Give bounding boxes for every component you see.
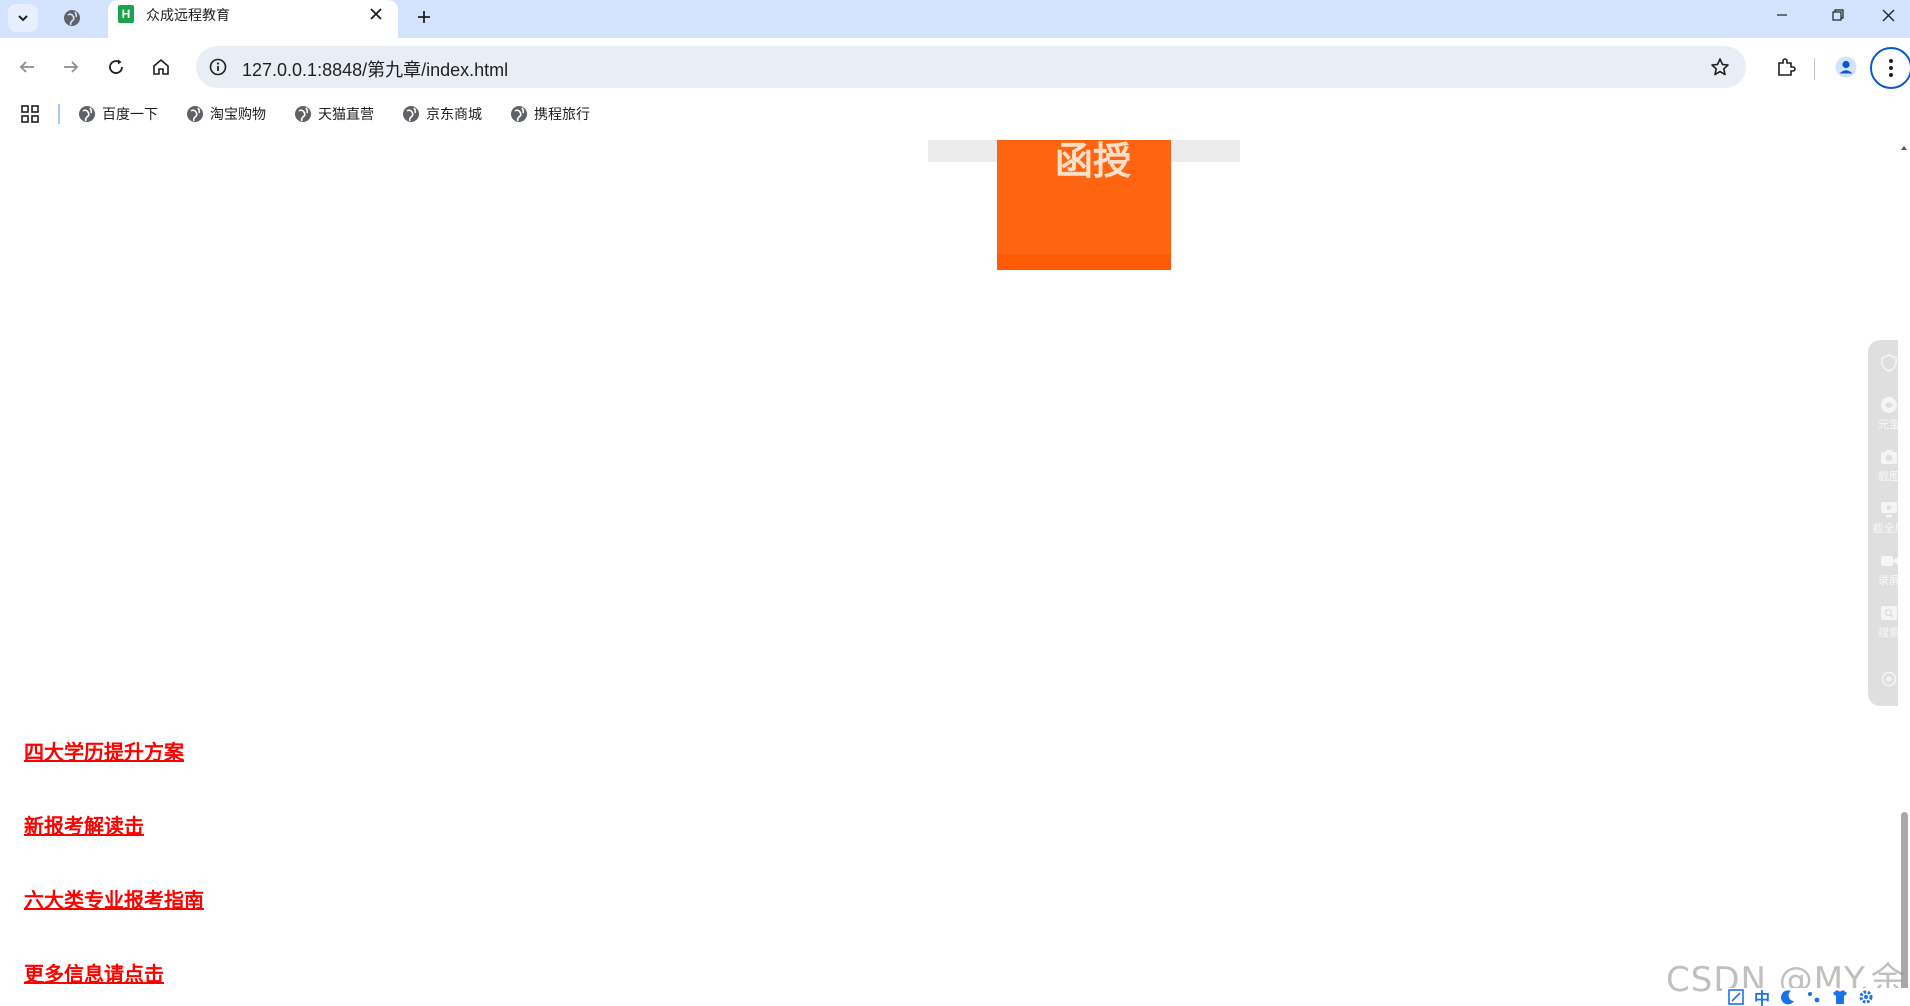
bookmark-item[interactable]: 携程旅行 bbox=[510, 100, 590, 128]
plus-icon bbox=[418, 11, 430, 23]
globe-icon bbox=[187, 106, 203, 122]
profile-button[interactable] bbox=[1830, 51, 1862, 83]
minimize-button[interactable] bbox=[1754, 0, 1810, 30]
close-icon bbox=[1882, 9, 1894, 21]
hbuilder-favicon-icon: H bbox=[118, 5, 134, 23]
search-icon bbox=[1881, 606, 1897, 620]
home-button[interactable] bbox=[145, 51, 177, 83]
ime-edit-icon[interactable] bbox=[1728, 989, 1744, 1005]
avatar-icon bbox=[1835, 56, 1857, 78]
bookmark-item[interactable]: 百度一下 bbox=[78, 100, 158, 128]
bookmarks-divider bbox=[58, 104, 60, 124]
more-vertical-icon bbox=[1889, 59, 1893, 77]
page-scrollbar[interactable] bbox=[1898, 140, 1910, 1006]
shirt-icon[interactable] bbox=[1832, 989, 1848, 1005]
puzzle-icon bbox=[1778, 58, 1796, 76]
banner-stripe bbox=[997, 254, 1171, 270]
browser-menu-button[interactable] bbox=[1870, 47, 1910, 89]
bookmark-label: 天猫直营 bbox=[318, 107, 374, 123]
tab-title: 众成远程教育 bbox=[146, 8, 230, 24]
url-text[interactable]: 127.0.0.1:8848/第九章/index.html bbox=[242, 56, 508, 82]
address-bar[interactable]: 127.0.0.1:8848/第九章/index.html bbox=[196, 46, 1746, 88]
moon-icon[interactable] bbox=[1780, 989, 1796, 1005]
info-icon bbox=[209, 58, 227, 76]
toolbar-divider bbox=[1814, 58, 1815, 80]
extensions-button[interactable] bbox=[1770, 51, 1802, 83]
shield-heart-icon bbox=[1881, 354, 1897, 372]
window-close-button[interactable] bbox=[1866, 0, 1910, 30]
bookmark-label: 京东商城 bbox=[426, 107, 482, 123]
apps-grid-icon bbox=[21, 105, 39, 123]
star-icon bbox=[1711, 58, 1729, 76]
banner-text: 函授 bbox=[1055, 140, 1132, 183]
link-more-info[interactable]: 更多信息请点击 bbox=[24, 958, 204, 987]
yuanbao-icon bbox=[1881, 397, 1897, 413]
site-info-button[interactable] bbox=[206, 55, 230, 79]
bookmark-label: 携程旅行 bbox=[534, 107, 590, 123]
tab-search-button[interactable] bbox=[8, 4, 38, 32]
banner-image[interactable]: 函授 bbox=[997, 140, 1171, 270]
restore-icon bbox=[1832, 9, 1844, 21]
apps-button[interactable] bbox=[20, 104, 40, 124]
browser-toolbar: 127.0.0.1:8848/第九章/index.html bbox=[0, 38, 1910, 96]
bookmarks-bar: 百度一下 淘宝购物 天猫直营 京东商城 携程旅行 bbox=[0, 96, 1910, 132]
ime-toolbar: 中 bbox=[1722, 988, 1910, 1006]
chevron-down-icon bbox=[18, 15, 28, 22]
dots-icon[interactable] bbox=[1806, 989, 1822, 1005]
target-icon bbox=[1881, 671, 1897, 687]
link-new-exam-guide[interactable]: 新报考解读击 bbox=[24, 810, 204, 839]
link-degree-plans[interactable]: 四大学历提升方案 bbox=[24, 736, 204, 765]
screen-capture-icon bbox=[1881, 502, 1897, 517]
bookmark-label: 淘宝购物 bbox=[210, 107, 266, 123]
arrow-left-icon bbox=[19, 61, 34, 73]
back-button[interactable] bbox=[11, 51, 43, 83]
globe-icon bbox=[511, 106, 527, 122]
inactive-tab[interactable] bbox=[60, 6, 84, 30]
link-major-guide[interactable]: 六大类专业报考指南 bbox=[24, 884, 204, 913]
globe-icon bbox=[295, 106, 311, 122]
globe-icon bbox=[403, 106, 419, 122]
side-item-label: 元宝 bbox=[1878, 418, 1900, 431]
camera-icon bbox=[1881, 450, 1897, 464]
scroll-up-arrow-icon[interactable] bbox=[1900, 144, 1908, 152]
minimize-icon bbox=[1777, 14, 1787, 16]
reload-button[interactable] bbox=[100, 51, 132, 83]
globe-icon bbox=[79, 106, 95, 122]
active-tab[interactable]: H 众成远程教育 bbox=[108, 0, 398, 38]
tab-close-button[interactable] bbox=[366, 4, 386, 24]
reload-icon bbox=[109, 59, 123, 74]
bookmark-label: 百度一下 bbox=[102, 107, 158, 123]
link-list: 四大学历提升方案 新报考解读击 六大类专业报考指南 更多信息请点击 bbox=[24, 736, 204, 1006]
bookmark-item[interactable]: 京东商城 bbox=[402, 100, 482, 128]
side-item-label: 截图 bbox=[1878, 470, 1900, 483]
record-icon bbox=[1881, 556, 1898, 566]
bookmark-item[interactable]: 天猫直营 bbox=[294, 100, 374, 128]
ime-language[interactable]: 中 bbox=[1754, 985, 1770, 1006]
home-icon bbox=[153, 58, 169, 75]
page-viewport: 函授 四大学历提升方案 新报考解读击 六大类专业报考指南 更多信息请点击 bbox=[0, 140, 1910, 1006]
gear-icon[interactable] bbox=[1858, 989, 1874, 1005]
bookmark-star-button[interactable] bbox=[1708, 55, 1732, 79]
forward-button[interactable] bbox=[55, 51, 87, 83]
tab-strip: H 众成远程教育 bbox=[0, 0, 1910, 38]
globe-icon bbox=[64, 10, 80, 26]
restore-button[interactable] bbox=[1810, 0, 1866, 30]
arrow-right-icon bbox=[64, 61, 79, 73]
new-tab-button[interactable] bbox=[410, 3, 438, 31]
side-item-label: 搜索 bbox=[1878, 626, 1900, 639]
close-icon bbox=[370, 8, 382, 20]
bookmark-item[interactable]: 淘宝购物 bbox=[186, 100, 266, 128]
side-item-label: 录屏 bbox=[1878, 574, 1900, 587]
